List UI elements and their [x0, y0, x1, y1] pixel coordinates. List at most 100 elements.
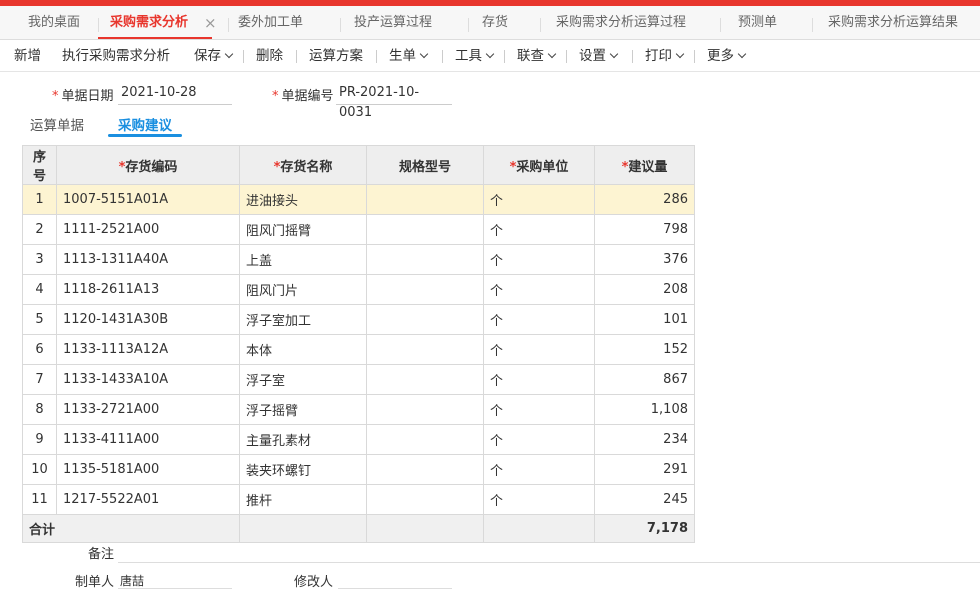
cell-seq: 3 — [22, 244, 57, 275]
cell-unit[interactable]: 个 — [483, 214, 595, 245]
cell-qty[interactable]: 291 — [594, 454, 695, 485]
cell-qty[interactable]: 798 — [594, 214, 695, 245]
doc-code-label-text: 单据编号 — [281, 89, 334, 104]
cell-code[interactable]: 1133-1113A12A — [56, 334, 240, 365]
col-header-spec[interactable]: 规格型号 — [366, 145, 484, 185]
tools-dropdown-button[interactable]: 工具 — [455, 40, 495, 72]
query-dropdown-button[interactable]: 联查 — [517, 40, 557, 72]
generate-dropdown-button[interactable]: 生单 — [389, 40, 429, 72]
close-icon[interactable]: × — [204, 6, 217, 39]
table-row[interactable]: 2 1111-2521A00 阻风门摇臂 个 798 — [22, 214, 695, 245]
tab-forecast[interactable]: 预测单 — [738, 6, 777, 39]
cell-spec[interactable] — [366, 424, 484, 455]
cell-qty[interactable]: 867 — [594, 364, 695, 395]
cell-qty[interactable]: 101 — [594, 304, 695, 335]
cell-spec[interactable] — [366, 334, 484, 365]
cell-name[interactable]: 阻风门片 — [239, 274, 367, 305]
cell-qty[interactable]: 1,108 — [594, 394, 695, 425]
cell-code[interactable]: 1118-2611A13 — [56, 274, 240, 305]
table-row[interactable]: 9 1133-4111A00 主量孔素材 个 234 — [22, 424, 695, 455]
cell-unit[interactable]: 个 — [483, 424, 595, 455]
cell-name[interactable]: 主量孔素材 — [239, 424, 367, 455]
cell-spec[interactable] — [366, 484, 484, 515]
cell-unit[interactable]: 个 — [483, 244, 595, 275]
cell-qty[interactable]: 208 — [594, 274, 695, 305]
cell-name[interactable]: 浮子室 — [239, 364, 367, 395]
cell-unit[interactable]: 个 — [483, 334, 595, 365]
cell-name[interactable]: 浮子室加工 — [239, 304, 367, 335]
add-button[interactable]: 新增 — [14, 40, 41, 72]
tab-calc-documents[interactable]: 运算单据 — [30, 114, 84, 136]
save-dropdown-button[interactable]: 保存 — [194, 40, 234, 72]
cell-code[interactable]: 1217-5522A01 — [56, 484, 240, 515]
tab-inventory[interactable]: 存货 — [482, 6, 508, 39]
col-header-qty[interactable]: *建议量 — [594, 145, 695, 185]
cell-name[interactable]: 装夹环螺钉 — [239, 454, 367, 485]
cell-unit[interactable]: 个 — [483, 364, 595, 395]
chevron-down-icon — [485, 49, 495, 59]
cell-qty[interactable]: 286 — [594, 184, 695, 215]
tab-demand-analysis-process[interactable]: 采购需求分析运算过程 — [556, 6, 686, 39]
cell-spec[interactable] — [366, 274, 484, 305]
print-dropdown-button[interactable]: 打印 — [645, 40, 685, 72]
doc-code-field[interactable]: PR-2021-10-0031 — [336, 83, 452, 120]
cell-name[interactable]: 推杆 — [239, 484, 367, 515]
remark-field[interactable] — [118, 562, 980, 563]
cell-unit[interactable]: 个 — [483, 184, 595, 215]
cell-code[interactable]: 1133-1433A10A — [56, 364, 240, 395]
table-row[interactable]: 4 1118-2611A13 阻风门片 个 208 — [22, 274, 695, 305]
table-row[interactable]: 3 1113-1311A40A 上盖 个 376 — [22, 244, 695, 275]
cell-name[interactable]: 阻风门摇臂 — [239, 214, 367, 245]
cell-unit[interactable]: 个 — [483, 274, 595, 305]
tab-purchase-demand-analysis[interactable]: 采购需求分析 × — [98, 6, 217, 39]
col-header-code[interactable]: *存货编码 — [56, 145, 240, 185]
cell-code[interactable]: 1007-5151A01A — [56, 184, 240, 215]
cell-name[interactable]: 浮子摇臂 — [239, 394, 367, 425]
cell-code[interactable]: 1120-1431A30B — [56, 304, 240, 335]
cell-spec[interactable] — [366, 304, 484, 335]
col-header-name[interactable]: *存货名称 — [239, 145, 367, 185]
cell-unit[interactable]: 个 — [483, 484, 595, 515]
col-header-unit[interactable]: *采购单位 — [483, 145, 595, 185]
cell-spec[interactable] — [366, 244, 484, 275]
table-row[interactable]: 6 1133-1113A12A 本体 个 152 — [22, 334, 695, 365]
cell-spec[interactable] — [366, 454, 484, 485]
toolbar: 新增 执行采购需求分析 保存 删除 运算方案 生单 工具 联查 设置 打印 更多 — [0, 40, 980, 72]
cell-unit[interactable]: 个 — [483, 304, 595, 335]
tab-outsourcing-order[interactable]: 委外加工单 — [238, 6, 303, 39]
table-row[interactable]: 7 1133-1433A10A 浮子室 个 867 — [22, 364, 695, 395]
tab-purchase-suggestion[interactable]: 采购建议 — [108, 114, 182, 137]
cell-code[interactable]: 1135-5181A00 — [56, 454, 240, 485]
cell-qty[interactable]: 234 — [594, 424, 695, 455]
delete-button[interactable]: 删除 — [256, 40, 283, 72]
cell-spec[interactable] — [366, 364, 484, 395]
table-row[interactable]: 5 1120-1431A30B 浮子室加工 个 101 — [22, 304, 695, 335]
table-row[interactable]: 8 1133-2721A00 浮子摇臂 个 1,108 — [22, 394, 695, 425]
cell-code[interactable]: 1133-2721A00 — [56, 394, 240, 425]
cell-unit[interactable]: 个 — [483, 394, 595, 425]
cell-code[interactable]: 1111-2521A00 — [56, 214, 240, 245]
cell-name[interactable]: 本体 — [239, 334, 367, 365]
calc-plan-button[interactable]: 运算方案 — [309, 40, 363, 72]
cell-name[interactable]: 上盖 — [239, 244, 367, 275]
cell-code[interactable]: 1133-4111A00 — [56, 424, 240, 455]
settings-dropdown-button[interactable]: 设置 — [579, 40, 619, 72]
cell-spec[interactable] — [366, 394, 484, 425]
more-dropdown-button[interactable]: 更多 — [707, 40, 747, 72]
tab-production-calc-process[interactable]: 投产运算过程 — [354, 6, 432, 39]
doc-date-field[interactable]: 2021-10-28 — [118, 83, 232, 105]
cell-spec[interactable] — [366, 214, 484, 245]
table-row[interactable]: 1 1007-5151A01A 进油接头 个 286 — [22, 184, 695, 215]
cell-code[interactable]: 1113-1311A40A — [56, 244, 240, 275]
run-analysis-button[interactable]: 执行采购需求分析 — [62, 40, 170, 72]
cell-qty[interactable]: 245 — [594, 484, 695, 515]
tab-demand-analysis-result[interactable]: 采购需求分析运算结果 — [828, 6, 958, 39]
cell-spec[interactable] — [366, 184, 484, 215]
tab-my-desktop[interactable]: 我的桌面 — [28, 6, 80, 39]
table-row[interactable]: 11 1217-5522A01 推杆 个 245 — [22, 484, 695, 515]
cell-name[interactable]: 进油接头 — [239, 184, 367, 215]
table-row[interactable]: 10 1135-5181A00 装夹环螺钉 个 291 — [22, 454, 695, 485]
cell-unit[interactable]: 个 — [483, 454, 595, 485]
cell-qty[interactable]: 152 — [594, 334, 695, 365]
cell-qty[interactable]: 376 — [594, 244, 695, 275]
